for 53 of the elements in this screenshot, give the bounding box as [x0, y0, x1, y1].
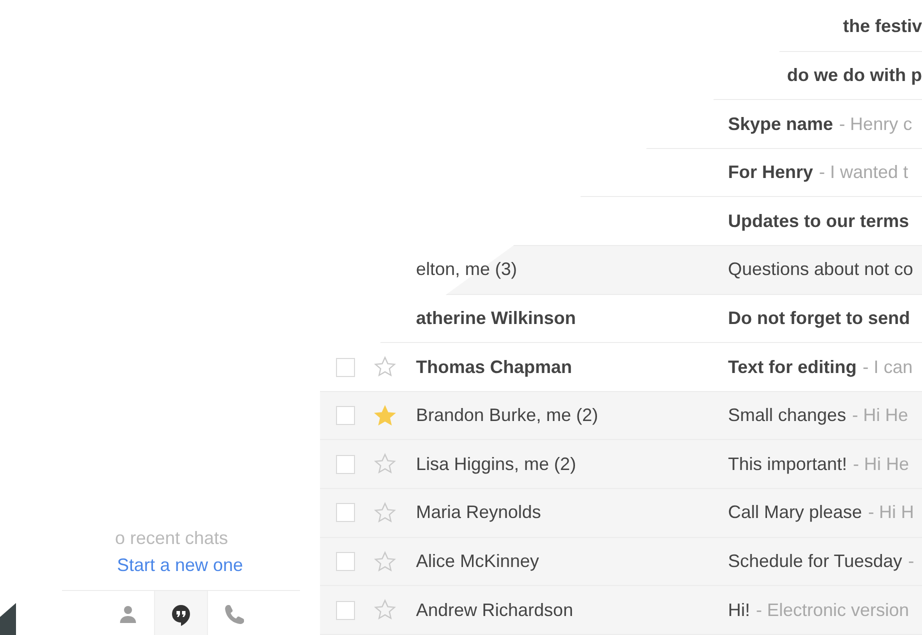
snippet-text: - Electronic version [756, 600, 910, 621]
quote-bubble-tab[interactable] [154, 591, 208, 635]
star-icon[interactable] [374, 404, 396, 427]
star-icon[interactable] [374, 453, 396, 476]
message-row[interactable]: Brandon Burke, me (2) Small changes - Hi He [320, 392, 922, 440]
subject-text: Skype name [728, 114, 834, 135]
subject-text: Updates to our terms [728, 210, 910, 232]
sender-name: atherine Wilkinson [416, 308, 576, 328]
subject-text: For Henry [728, 162, 814, 184]
subject-text: Schedule for Tuesday [728, 551, 902, 572]
checkbox[interactable] [336, 503, 355, 522]
subject-text: Text for editing [728, 356, 857, 378]
subject-text: This important! [728, 454, 848, 475]
message-row[interactable]: Andrew Richardson Hi! - Electronic version [320, 586, 922, 635]
start-chat-link[interactable]: Start a new one [116, 555, 244, 576]
checkbox[interactable] [336, 552, 355, 571]
snippet-text: - Hi He [853, 454, 910, 475]
subject-text: the festiv [842, 16, 922, 38]
star-icon[interactable] [374, 599, 396, 622]
no-chats-text: o recent chats [114, 528, 228, 549]
message-row[interactable]: Lisa Higgins, me (2) This important! - Hi He [320, 440, 922, 490]
message-row[interactable]: Alice McKinney Schedule for Tuesday - [320, 538, 922, 586]
checkbox[interactable] [336, 600, 355, 620]
sender-name: Thomas Chapman [416, 356, 572, 377]
star-icon[interactable] [374, 502, 396, 524]
quote-bubble-icon [171, 604, 191, 626]
phone-icon [224, 604, 244, 626]
subject-text: Questions about not co [728, 259, 914, 280]
subject-text: Do not forget to send [728, 308, 910, 329]
checkbox[interactable] [336, 358, 355, 377]
snippet-text: - Henry c [839, 114, 912, 135]
sender-name: elton, me (3) [416, 259, 518, 280]
subject-text: do we do with p [787, 64, 922, 86]
star-icon[interactable] [374, 356, 396, 378]
sender-name: Brandon Burke, me (2) [416, 405, 598, 426]
snippet-text: - I can [862, 356, 913, 378]
subject-text: Hi! [728, 600, 750, 621]
sender-name: Maria Reynolds [416, 502, 542, 522]
dark-corner-shape [0, 603, 16, 635]
star-icon[interactable] [374, 550, 396, 572]
subject-text: Call Mary please [728, 502, 862, 524]
checkbox[interactable] [336, 406, 355, 426]
message-row[interactable]: Maria Reynolds Call Mary please - Hi H [320, 489, 922, 538]
person-icon [118, 604, 138, 626]
sender-name: Andrew Richardson [416, 600, 574, 620]
sender-name: Alice McKinney [416, 551, 540, 571]
subject-text: Small changes [728, 405, 846, 426]
snippet-text: - [908, 551, 914, 572]
checkbox[interactable] [336, 454, 355, 474]
sender-name: Lisa Higgins, me (2) [416, 454, 576, 474]
snippet-text: - I wanted t [819, 162, 908, 184]
snippet-text: - Hi He [852, 405, 908, 426]
snippet-text: - Hi H [868, 502, 914, 524]
